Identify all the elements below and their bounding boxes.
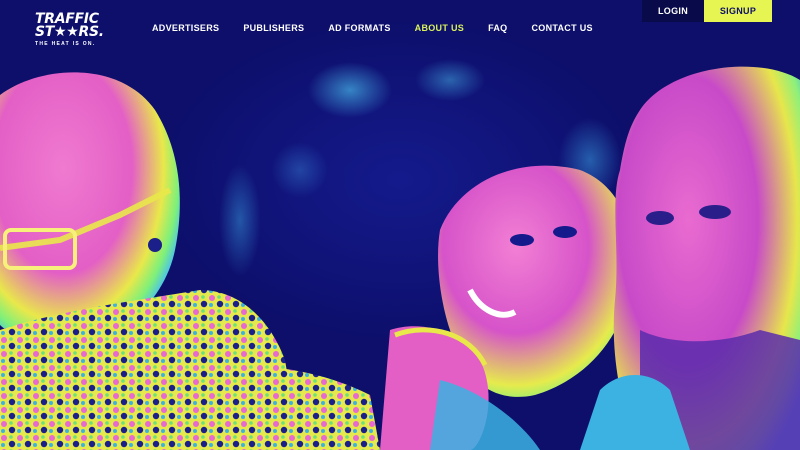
nav-item-faq[interactable]: FAQ: [488, 23, 507, 37]
left-person: [0, 72, 380, 450]
nav-item-advertisers[interactable]: ADVERTISERS: [152, 23, 219, 37]
nav-item-contact-us[interactable]: CONTACT US: [531, 23, 592, 37]
signup-button[interactable]: SIGNUP: [704, 0, 772, 22]
nav-item-ad-formats[interactable]: AD FORMATS: [328, 23, 390, 37]
brand-logo[interactable]: TRAFFIC ST★★RS. THE HEAT IS ON.: [35, 12, 115, 53]
logo-tagline: THE HEAT IS ON.: [35, 41, 96, 47]
hero-thermal-image: [0, 0, 800, 450]
logo-text-line2: ST★★RS.: [35, 24, 104, 40]
login-button[interactable]: LOGIN: [642, 0, 704, 22]
main-nav: ADVERTISERS PUBLISHERS AD FORMATS ABOUT …: [152, 23, 617, 37]
nav-item-about-us[interactable]: ABOUT US: [415, 23, 464, 37]
nav-item-publishers[interactable]: PUBLISHERS: [243, 23, 304, 37]
thermal-people-illustration: [0, 66, 800, 450]
